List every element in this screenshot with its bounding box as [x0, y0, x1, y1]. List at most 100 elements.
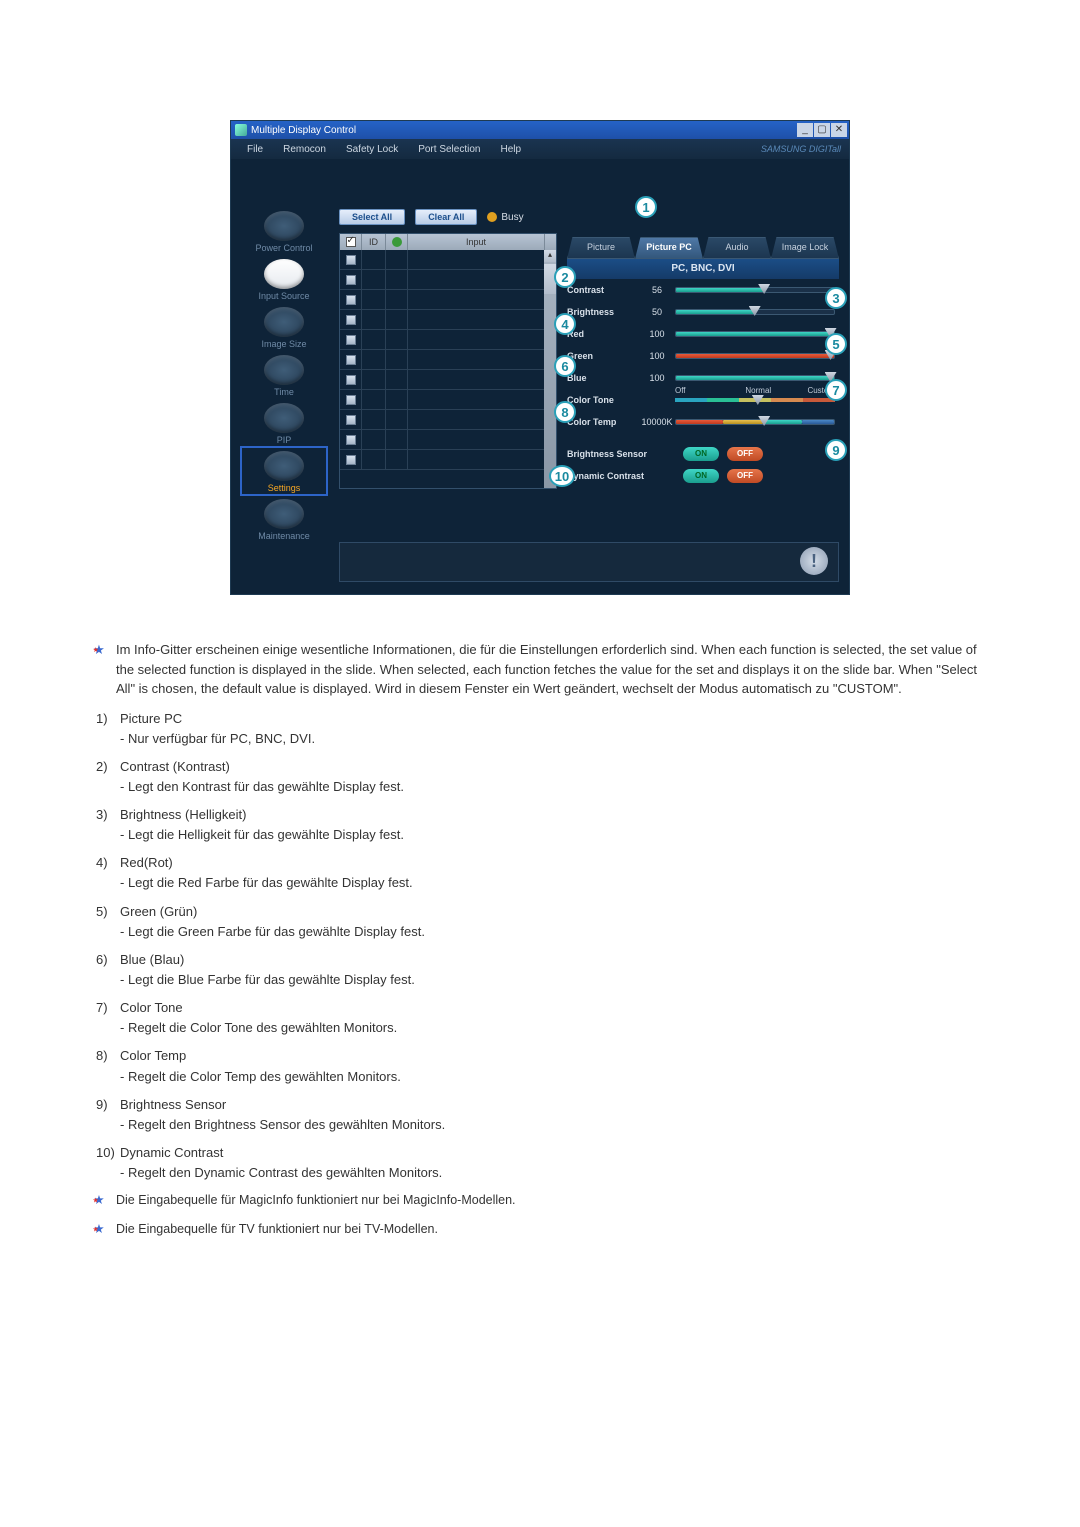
brightness-sensor-row: Brightness Sensor ON OFF	[567, 443, 839, 465]
sidebar-item-pip[interactable]: PIP	[243, 401, 325, 445]
brightness-slider[interactable]	[675, 309, 835, 315]
maintenance-icon	[264, 499, 304, 529]
callout-7: 7	[825, 379, 847, 401]
contrast-row: Contrast 56	[567, 279, 839, 301]
minimize-button[interactable]: _	[797, 123, 813, 137]
table-row[interactable]	[340, 350, 556, 370]
table-row[interactable]	[340, 270, 556, 290]
color-temp-slider[interactable]	[675, 419, 835, 425]
brightness-row: Brightness 50	[567, 301, 839, 323]
table-row[interactable]	[340, 330, 556, 350]
callout-3: 3	[825, 287, 847, 309]
list-item: 4)Red(Rot)- Legt die Red Farbe für das g…	[90, 853, 990, 893]
contrast-slider[interactable]	[675, 287, 835, 293]
sidebar-item-input-source[interactable]: Input Source	[243, 257, 325, 301]
footer-strip: !	[339, 542, 839, 582]
settings-icon	[264, 451, 304, 481]
callout-2: 2	[554, 266, 576, 288]
row-checkbox[interactable]	[346, 395, 356, 405]
callout-4: 4	[554, 313, 576, 335]
power-icon	[264, 211, 304, 241]
menu-safety-lock[interactable]: Safety Lock	[336, 144, 408, 155]
row-checkbox[interactable]	[346, 255, 356, 265]
list-item: 7)Color Tone- Regelt die Color Tone des …	[90, 998, 990, 1038]
menu-bar: File Remocon Safety Lock Port Selection …	[231, 139, 849, 159]
dynamic-contrast-row: Dynamic Contrast ON OFF	[567, 465, 839, 487]
row-checkbox[interactable]	[346, 415, 356, 425]
row-checkbox[interactable]	[346, 435, 356, 445]
callout-8: 8	[554, 401, 576, 423]
red-row: Red 100	[567, 323, 839, 345]
close-button[interactable]: ✕	[831, 123, 847, 137]
star-icon	[90, 640, 108, 699]
grid-header: ID Input	[340, 234, 556, 250]
row-checkbox[interactable]	[346, 275, 356, 285]
table-row[interactable]	[340, 390, 556, 410]
settings-panel: Picture Picture PC Audio Image Lock PC, …	[567, 237, 839, 487]
scroll-up-button[interactable]: ▴	[544, 250, 556, 262]
sidebar-item-time[interactable]: Time	[243, 353, 325, 397]
callout-10: 10	[549, 465, 575, 487]
table-row[interactable]	[340, 450, 556, 470]
menu-file[interactable]: File	[237, 144, 273, 155]
brand-label: SAMSUNG DIGITall	[761, 144, 841, 154]
dynamic-contrast-on[interactable]: ON	[683, 469, 719, 483]
blue-slider[interactable]	[675, 375, 835, 381]
tab-picture[interactable]: Picture	[567, 237, 635, 259]
tab-audio[interactable]: Audio	[703, 237, 771, 259]
clear-all-button[interactable]: Clear All	[415, 209, 477, 225]
check-header-icon[interactable]	[346, 237, 356, 247]
list-item: 10)Dynamic Contrast- Regelt den Dynamic …	[90, 1143, 990, 1183]
grid-rows: ▴	[340, 250, 556, 488]
table-row[interactable]	[340, 430, 556, 450]
select-all-button[interactable]: Select All	[339, 209, 405, 225]
color-tone-slider[interactable]: Off Normal Custom	[675, 398, 835, 402]
menu-remocon[interactable]: Remocon	[273, 144, 336, 155]
maximize-button[interactable]: ▢	[814, 123, 830, 137]
row-checkbox[interactable]	[346, 335, 356, 345]
sidebar-item-power-control[interactable]: Power Control	[243, 209, 325, 253]
callout-5: 5	[825, 333, 847, 355]
sidebar-item-image-size[interactable]: Image Size	[243, 305, 325, 349]
size-icon	[264, 307, 304, 337]
body-area: Power Control Input Source Image Size Ti…	[231, 159, 849, 594]
table-row[interactable]	[340, 250, 556, 270]
row-checkbox[interactable]	[346, 295, 356, 305]
list-item: 6)Blue (Blau)- Legt die Blue Farbe für d…	[90, 950, 990, 990]
busy-dot-icon	[487, 212, 497, 222]
callout-9: 9	[825, 439, 847, 461]
table-row[interactable]	[340, 310, 556, 330]
row-checkbox[interactable]	[346, 455, 356, 465]
footnote-2: Die Eingabequelle für TV funktioniert nu…	[116, 1220, 990, 1239]
app-icon	[235, 124, 247, 136]
pip-icon	[264, 403, 304, 433]
tab-picture-pc[interactable]: Picture PC	[635, 237, 703, 259]
help-icon[interactable]: !	[800, 547, 828, 575]
table-row[interactable]	[340, 370, 556, 390]
sidebar-item-settings[interactable]: Settings	[243, 449, 325, 493]
sidebar-item-maintenance[interactable]: Maintenance	[243, 497, 325, 541]
table-row[interactable]	[340, 410, 556, 430]
row-checkbox[interactable]	[346, 315, 356, 325]
green-slider[interactable]	[675, 353, 835, 359]
busy-indicator: Busy	[487, 212, 523, 223]
star-icon	[90, 1191, 108, 1210]
window-title: Multiple Display Control	[251, 125, 356, 136]
description-section: Im Info-Gitter erscheinen einige wesentl…	[90, 640, 990, 1239]
menu-help[interactable]: Help	[490, 144, 531, 155]
color-temp-row: Color Temp 10000K	[567, 411, 839, 433]
row-checkbox[interactable]	[346, 355, 356, 365]
footnote-1: Die Eingabequelle für MagicInfo funktion…	[116, 1191, 990, 1210]
dynamic-contrast-off[interactable]: OFF	[727, 469, 763, 483]
brightness-sensor-off[interactable]: OFF	[727, 447, 763, 461]
title-bar: Multiple Display Control _ ▢ ✕	[231, 121, 849, 139]
table-row[interactable]	[340, 290, 556, 310]
brightness-sensor-on[interactable]: ON	[683, 447, 719, 461]
source-icon	[264, 259, 304, 289]
tab-image-lock[interactable]: Image Lock	[771, 237, 839, 259]
menu-port-selection[interactable]: Port Selection	[408, 144, 490, 155]
red-slider[interactable]	[675, 331, 835, 337]
tabs: Picture Picture PC Audio Image Lock	[567, 237, 839, 259]
row-checkbox[interactable]	[346, 375, 356, 385]
app-window: Multiple Display Control _ ▢ ✕ File Remo…	[230, 120, 850, 595]
